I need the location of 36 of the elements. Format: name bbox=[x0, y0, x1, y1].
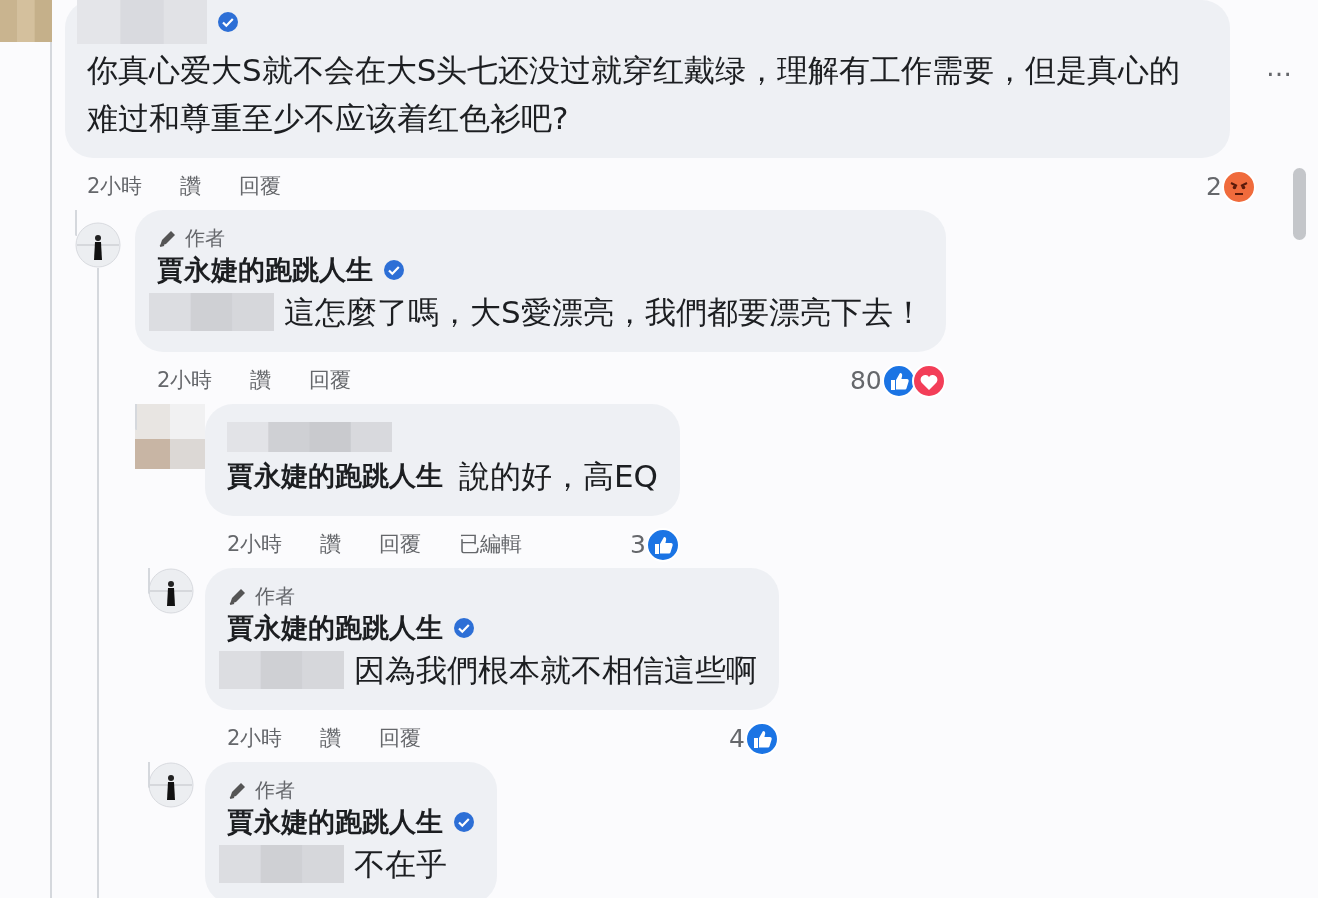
redacted-avatar bbox=[0, 0, 52, 42]
action-link[interactable]: 回覆 bbox=[379, 529, 422, 561]
mention-link[interactable]: 賈永婕的跑跳人生 bbox=[227, 458, 443, 494]
comment-text: 因為我們根本就不相信這些啊 bbox=[354, 651, 757, 690]
timestamp: 2小時 bbox=[227, 725, 283, 753]
author-name[interactable]: 賈永婕的跑跳人生 bbox=[227, 610, 443, 646]
like-icon bbox=[881, 364, 916, 398]
reaction-count[interactable]: 4 bbox=[729, 720, 745, 758]
comment-text: 你真心爱大S就不会在大S头七还没过就穿红戴绿，理解有工作需要，但是真心的难过和尊重至少不应该着红色衫吧? bbox=[87, 51, 1182, 138]
author-name[interactable]: 賈永婕的跑跳人生 bbox=[157, 252, 373, 288]
action-link[interactable]: 讚 bbox=[320, 529, 342, 561]
like-icon bbox=[646, 528, 680, 562]
comment-text: 不在乎 bbox=[354, 845, 447, 884]
reaction-count[interactable]: 80 bbox=[849, 362, 882, 400]
timestamp: 2小時 bbox=[157, 367, 213, 395]
action-link[interactable]: 回覆 bbox=[309, 365, 352, 397]
comment-text: 這怎麼了嗎，大S愛漂亮，我們都要漂亮下去！ bbox=[284, 293, 924, 332]
angry-face-icon bbox=[1222, 170, 1256, 204]
author-label: 作者 bbox=[255, 583, 295, 610]
scrollbar[interactable] bbox=[1293, 168, 1306, 240]
action-link[interactable]: 回覆 bbox=[379, 723, 422, 755]
author-label: 作者 bbox=[185, 225, 225, 252]
reaction-count[interactable]: 3 bbox=[630, 526, 646, 564]
comment-text: 說的好，高EQ bbox=[459, 457, 658, 496]
more-button[interactable]: … bbox=[1230, 0, 1292, 87]
timestamp: 2小時 bbox=[227, 531, 283, 559]
timestamp: 2小時 bbox=[87, 173, 143, 201]
action-link[interactable]: 讚 bbox=[250, 365, 272, 397]
like-icon bbox=[745, 722, 779, 756]
edited-label: 已編輯 bbox=[459, 531, 523, 559]
author-label: 作者 bbox=[255, 777, 295, 804]
author-name[interactable]: 賈永婕的跑跳人生 bbox=[227, 804, 443, 840]
reaction-count[interactable]: 2 bbox=[1206, 168, 1222, 206]
action-link[interactable]: 讚 bbox=[180, 171, 202, 203]
action-link[interactable]: 回覆 bbox=[239, 171, 282, 203]
action-link[interactable]: 讚 bbox=[320, 723, 342, 755]
